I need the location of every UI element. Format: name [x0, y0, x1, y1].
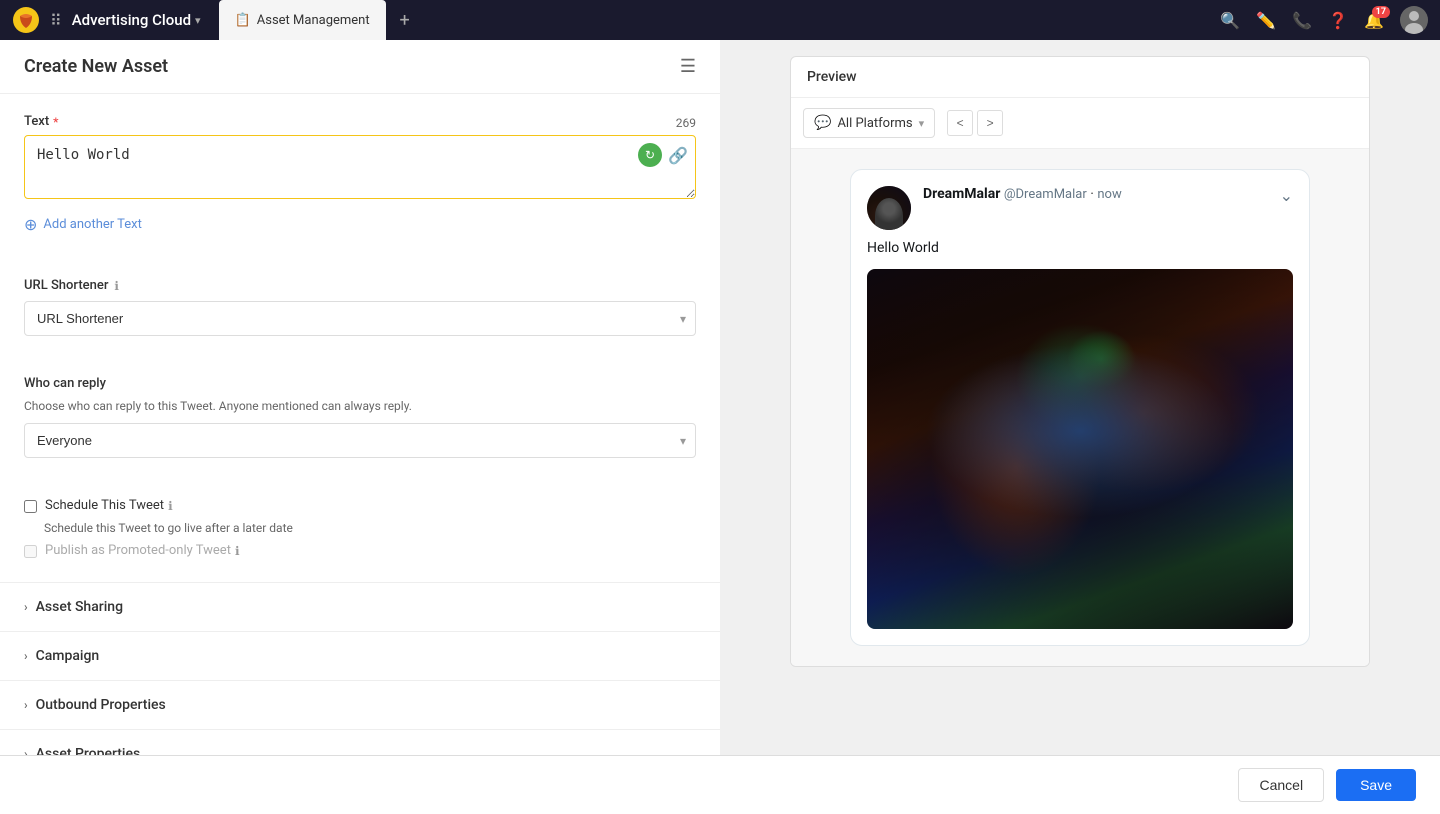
right-panel: Preview 💬 All Platforms ▾ < > — [720, 40, 1440, 814]
url-shortener-info-icon[interactable]: ℹ — [114, 279, 119, 293]
campaign-chevron-icon: › — [24, 649, 28, 663]
text-field-label: Text * — [24, 114, 58, 129]
schedule-label[interactable]: Schedule This Tweet ℹ — [45, 498, 173, 513]
who-can-reply-select-wrapper: Everyone ▾ — [24, 423, 696, 458]
app-name[interactable]: Advertising Cloud ▾ — [72, 11, 201, 29]
avatar[interactable] — [1400, 6, 1428, 34]
char-count: 269 — [676, 116, 696, 130]
avatar-silhouette — [875, 198, 903, 230]
tweet-handle: @DreamMalar — [1004, 187, 1087, 202]
save-button[interactable]: Save — [1336, 769, 1416, 801]
url-shortener-select-wrapper: URL Shortener ▾ — [24, 301, 696, 336]
bottom-bar: Cancel Save — [0, 755, 1440, 814]
outbound-properties-section[interactable]: › Outbound Properties — [0, 680, 720, 729]
add-tab-button[interactable]: + — [390, 5, 420, 35]
platform-nav-prev-button[interactable]: < — [947, 110, 973, 136]
tweet-username: DreamMalar — [923, 186, 1000, 202]
tweet-card: DreamMalar @DreamMalar · now ⌄ Hello Wor… — [850, 169, 1310, 646]
platform-nav: < > — [947, 110, 1003, 136]
text-field-section: Text * 269 ↻ 🔗 ⊕ Add another Text — [0, 94, 720, 254]
schedule-checkbox-row: Schedule This Tweet ℹ — [24, 498, 696, 513]
notification-badge: 17 — [1372, 6, 1390, 18]
left-panel: Create New Asset ☰ Text * 269 ↻ 🔗 ⊕ — [0, 40, 720, 814]
tab-asset-management[interactable]: 📋 Asset Management — [219, 0, 386, 40]
text-input-icons: ↻ 🔗 — [638, 143, 688, 167]
plus-circle-icon: ⊕ — [24, 215, 37, 234]
menu-icon[interactable]: ☰ — [680, 56, 696, 77]
page-title: Create New Asset — [24, 56, 168, 77]
who-can-reply-section: Who can reply Choose who can reply to th… — [0, 360, 720, 474]
schedule-info-icon[interactable]: ℹ — [168, 499, 173, 513]
platform-nav-next-button[interactable]: > — [977, 110, 1003, 136]
outbound-properties-chevron-icon: › — [24, 698, 28, 712]
url-shortener-label: URL Shortener ℹ — [24, 278, 696, 293]
preview-platform-bar: 💬 All Platforms ▾ < > — [791, 98, 1369, 149]
tweet-time: now — [1097, 187, 1121, 202]
asset-management-tab-icon: 📋 — [235, 13, 251, 28]
app-name-chevron-icon: ▾ — [195, 14, 201, 27]
nav-actions: 🔍 ✏️ 📞 ❓ 🔔 17 — [1220, 6, 1428, 34]
help-icon[interactable]: ❓ — [1328, 11, 1348, 30]
platform-select-chevron-icon: ▾ — [919, 117, 925, 130]
promoted-checkbox-row: Publish as Promoted-only Tweet ℹ — [24, 543, 696, 558]
top-navigation: ⠿ Advertising Cloud ▾ 📋 Asset Management… — [0, 0, 1440, 40]
url-shortener-section: URL Shortener ℹ URL Shortener ▾ — [0, 262, 720, 352]
asset-sharing-section[interactable]: › Asset Sharing — [0, 582, 720, 631]
platform-select-icon: 💬 — [814, 115, 831, 131]
tweet-header: DreamMalar @DreamMalar · now ⌄ — [867, 186, 1293, 230]
preview-header: Preview — [791, 57, 1369, 98]
tweet-user-info: DreamMalar @DreamMalar · now — [923, 186, 1268, 202]
grid-icon[interactable]: ⠿ — [50, 11, 62, 30]
preview-box: Preview 💬 All Platforms ▾ < > — [790, 56, 1370, 667]
tweet-avatar-image — [867, 186, 911, 230]
ai-generate-icon[interactable]: ↻ — [638, 143, 662, 167]
tweet-text: Hello World — [867, 238, 1293, 259]
tweet-nebula-image — [867, 269, 1293, 629]
phone-icon[interactable]: 📞 — [1292, 11, 1312, 30]
add-another-text-button[interactable]: ⊕ Add another Text — [24, 215, 696, 234]
tweet-dropdown-icon[interactable]: ⌄ — [1280, 186, 1293, 205]
main-layout: Create New Asset ☰ Text * 269 ↻ 🔗 ⊕ — [0, 40, 1440, 814]
tweet-image — [867, 269, 1293, 629]
promoted-info-icon[interactable]: ℹ — [235, 544, 240, 558]
search-icon[interactable]: 🔍 — [1220, 11, 1240, 30]
schedule-desc: Schedule this Tweet to go live after a l… — [44, 521, 696, 535]
link-icon[interactable]: 🔗 — [668, 146, 688, 165]
text-textarea[interactable] — [24, 135, 696, 199]
promoted-checkbox[interactable] — [24, 545, 37, 558]
edit-icon[interactable]: ✏️ — [1256, 11, 1276, 30]
notifications-icon[interactable]: 🔔 17 — [1364, 11, 1384, 30]
asset-sharing-chevron-icon: › — [24, 600, 28, 614]
app-logo — [12, 6, 40, 34]
campaign-section[interactable]: › Campaign — [0, 631, 720, 680]
preview-content: DreamMalar @DreamMalar · now ⌄ Hello Wor… — [791, 149, 1369, 666]
who-can-reply-label: Who can reply — [24, 376, 696, 391]
text-input-wrapper: ↻ 🔗 — [24, 135, 696, 203]
schedule-checkbox[interactable] — [24, 500, 37, 513]
who-can-reply-desc: Choose who can reply to this Tweet. Anyo… — [24, 399, 696, 413]
url-shortener-select[interactable]: URL Shortener — [24, 301, 696, 336]
nav-tabs: 📋 Asset Management + — [219, 0, 420, 40]
who-can-reply-select[interactable]: Everyone — [24, 423, 696, 458]
required-indicator: * — [53, 115, 58, 129]
promoted-label[interactable]: Publish as Promoted-only Tweet ℹ — [45, 543, 240, 558]
tweet-avatar — [867, 186, 911, 230]
cancel-button[interactable]: Cancel — [1238, 768, 1324, 802]
platform-select[interactable]: 💬 All Platforms ▾ — [803, 108, 935, 138]
schedule-section: Schedule This Tweet ℹ Schedule this Twee… — [0, 482, 720, 582]
